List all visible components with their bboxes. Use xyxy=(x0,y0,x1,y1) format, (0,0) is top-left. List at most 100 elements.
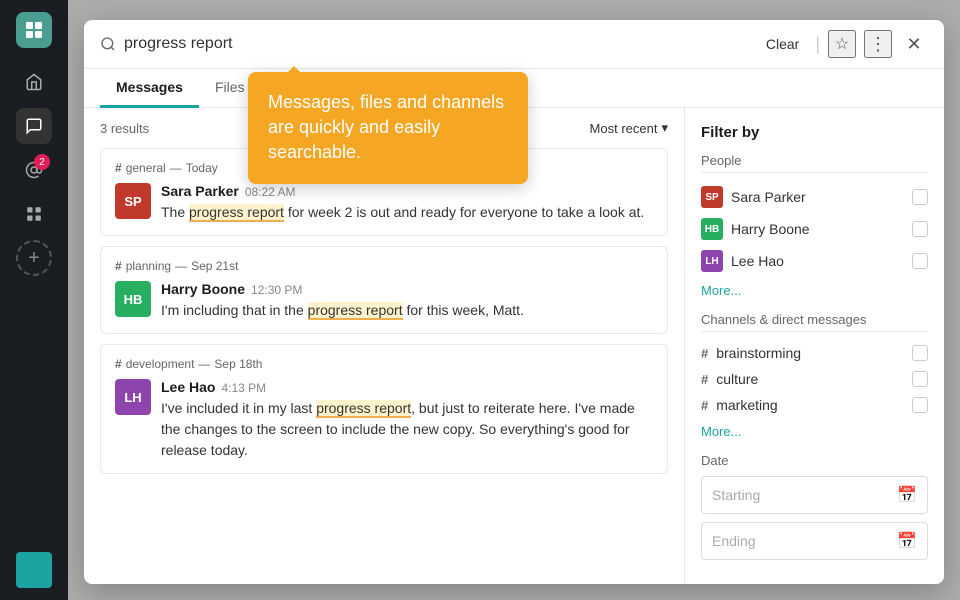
more-options-button[interactable]: ⋮ xyxy=(864,30,892,58)
msg-before-1: The xyxy=(161,204,189,220)
msg-author-2: Harry Boone xyxy=(161,281,245,297)
channel-name-2: planning xyxy=(126,259,171,273)
filter-person-1[interactable]: SP Sara Parker xyxy=(701,181,928,213)
tab-messages[interactable]: Messages xyxy=(100,69,199,108)
result-card-2[interactable]: # planning — Sep 21st HB Harry Boone 12:… xyxy=(100,246,668,334)
msg-before-2: I'm including that in the xyxy=(161,302,308,318)
msg-text-1: The progress report for week 2 is out an… xyxy=(161,202,644,223)
filter-checkbox-channel-1[interactable] xyxy=(912,345,928,361)
filter-person-3-name: Lee Hao xyxy=(731,253,784,269)
search-input[interactable] xyxy=(124,35,750,53)
msg-after-1: for week 2 is out and ready for everyone… xyxy=(284,204,644,220)
sidebar-item-messages[interactable] xyxy=(16,108,52,144)
sort-dropdown[interactable]: Most recent ▾ xyxy=(590,120,668,136)
msg-content-3: Lee Hao 4:13 PM I've included it in my l… xyxy=(161,379,653,461)
channel-name-1: general xyxy=(126,161,166,175)
filter-hash-icon-3: # xyxy=(701,398,708,413)
filter-channel-1[interactable]: # brainstorming xyxy=(701,340,928,366)
notification-badge: 2 xyxy=(34,154,50,170)
date-starting-input[interactable]: Starting 📅 xyxy=(701,476,928,514)
msg-time-2: 12:30 PM xyxy=(251,283,302,297)
channels-more-link[interactable]: More... xyxy=(701,424,928,439)
modal-overlay: Messages, files and channels are quickly… xyxy=(68,0,960,600)
filter-checkbox-channel-3[interactable] xyxy=(912,397,928,413)
date-ending-placeholder: Ending xyxy=(712,533,756,549)
msg-content-2: Harry Boone 12:30 PM I'm including that … xyxy=(161,281,524,321)
msg-text-2: I'm including that in the progress repor… xyxy=(161,300,524,321)
calendar-start-icon: 📅 xyxy=(897,485,917,505)
sort-label: Most recent xyxy=(590,121,658,136)
search-header: Clear | ☆ ⋮ ✕ xyxy=(84,20,944,69)
channel-date-2: Sep 21st xyxy=(191,259,238,273)
msg-time-1: 08:22 AM xyxy=(245,185,296,199)
result-card-3[interactable]: # development — Sep 18th LH Lee Hao 4:13… xyxy=(100,344,668,474)
filter-checkbox-person-2[interactable] xyxy=(912,221,928,237)
msg-author-line-2: Harry Boone 12:30 PM xyxy=(161,281,524,297)
date-ending-input[interactable]: Ending 📅 xyxy=(701,522,928,560)
msg-author-line-1: Sara Parker 08:22 AM xyxy=(161,183,644,199)
msg-text-3: I've included it in my last progress rep… xyxy=(161,398,653,461)
msg-highlight-2: progress report xyxy=(308,302,403,320)
close-button[interactable]: ✕ xyxy=(900,30,928,58)
filter-checkbox-channel-2[interactable] xyxy=(912,371,928,387)
filter-panel: Filter by People SP Sara Parker HB xyxy=(684,108,944,584)
filter-channel-1-left: # brainstorming xyxy=(701,345,801,361)
divider: | xyxy=(815,34,820,55)
sidebar-add-button[interactable]: + xyxy=(16,240,52,276)
filter-person-3[interactable]: LH Lee Hao xyxy=(701,245,928,277)
channel-date-separator-3: — xyxy=(198,357,210,371)
msg-author-line-3: Lee Hao 4:13 PM xyxy=(161,379,653,395)
filter-person-1-name: Sara Parker xyxy=(731,189,806,205)
filter-checkbox-person-3[interactable] xyxy=(912,253,928,269)
card-message-3: LH Lee Hao 4:13 PM I've included it in m… xyxy=(115,379,653,461)
calendar-end-icon: 📅 xyxy=(897,531,917,551)
filter-channel-3[interactable]: # marketing xyxy=(701,392,928,418)
sidebar-item-home[interactable] xyxy=(16,64,52,100)
search-icon xyxy=(100,36,116,52)
hash-icon-1: # xyxy=(115,161,122,175)
main-content: Messages, files and channels are quickly… xyxy=(68,0,960,600)
star-button[interactable]: ☆ xyxy=(828,30,856,58)
filter-channel-1-name: brainstorming xyxy=(716,345,801,361)
filter-channel-3-name: marketing xyxy=(716,397,777,413)
card-channel-line-3: # development — Sep 18th xyxy=(115,357,653,371)
msg-time-3: 4:13 PM xyxy=(221,381,266,395)
channel-date-1: Today xyxy=(186,161,218,175)
filter-channel-2[interactable]: # culture xyxy=(701,366,928,392)
filter-channels-label: Channels & direct messages xyxy=(701,312,928,332)
filter-channel-2-name: culture xyxy=(716,371,758,387)
filter-person-2[interactable]: HB Harry Boone xyxy=(701,213,928,245)
sidebar-item-grid[interactable] xyxy=(16,196,52,232)
people-more-link[interactable]: More... xyxy=(701,283,928,298)
card-message-1: SP Sara Parker 08:22 AM The progress rep… xyxy=(115,183,653,223)
msg-author-1: Sara Parker xyxy=(161,183,239,199)
tooltip-bubble: Messages, files and channels are quickly… xyxy=(248,72,528,184)
hash-icon-2: # xyxy=(115,259,122,273)
hash-icon-3: # xyxy=(115,357,122,371)
msg-highlight-1: progress report xyxy=(189,204,284,222)
msg-author-3: Lee Hao xyxy=(161,379,215,395)
card-message-2: HB Harry Boone 12:30 PM I'm including th… xyxy=(115,281,653,321)
filter-checkbox-person-1[interactable] xyxy=(912,189,928,205)
filter-person-1-left: SP Sara Parker xyxy=(701,186,806,208)
msg-after-2: for this week, Matt. xyxy=(403,302,524,318)
card-channel-line-2: # planning — Sep 21st xyxy=(115,259,653,273)
filter-hash-icon-2: # xyxy=(701,372,708,387)
clear-button[interactable]: Clear xyxy=(758,32,807,56)
filter-avatar-3: LH xyxy=(701,250,723,272)
chevron-down-icon: ▾ xyxy=(661,120,668,136)
sidebar-item-mentions[interactable]: 2 xyxy=(16,152,52,188)
msg-highlight-3: progress report xyxy=(316,400,411,418)
channel-date-separator-2: — xyxy=(175,259,187,273)
avatar-3: LH xyxy=(115,379,151,415)
filter-person-3-left: LH Lee Hao xyxy=(701,250,784,272)
sidebar-teal-channel[interactable] xyxy=(16,552,52,588)
filter-channel-2-left: # culture xyxy=(701,371,758,387)
logo[interactable] xyxy=(16,12,52,48)
filter-person-2-left: HB Harry Boone xyxy=(701,218,810,240)
filter-title: Filter by xyxy=(701,124,928,141)
date-label: Date xyxy=(701,453,928,468)
sidebar: 2 + xyxy=(0,0,68,600)
channel-name-3: development xyxy=(126,357,195,371)
tooltip-text: Messages, files and channels are quickly… xyxy=(268,92,504,162)
